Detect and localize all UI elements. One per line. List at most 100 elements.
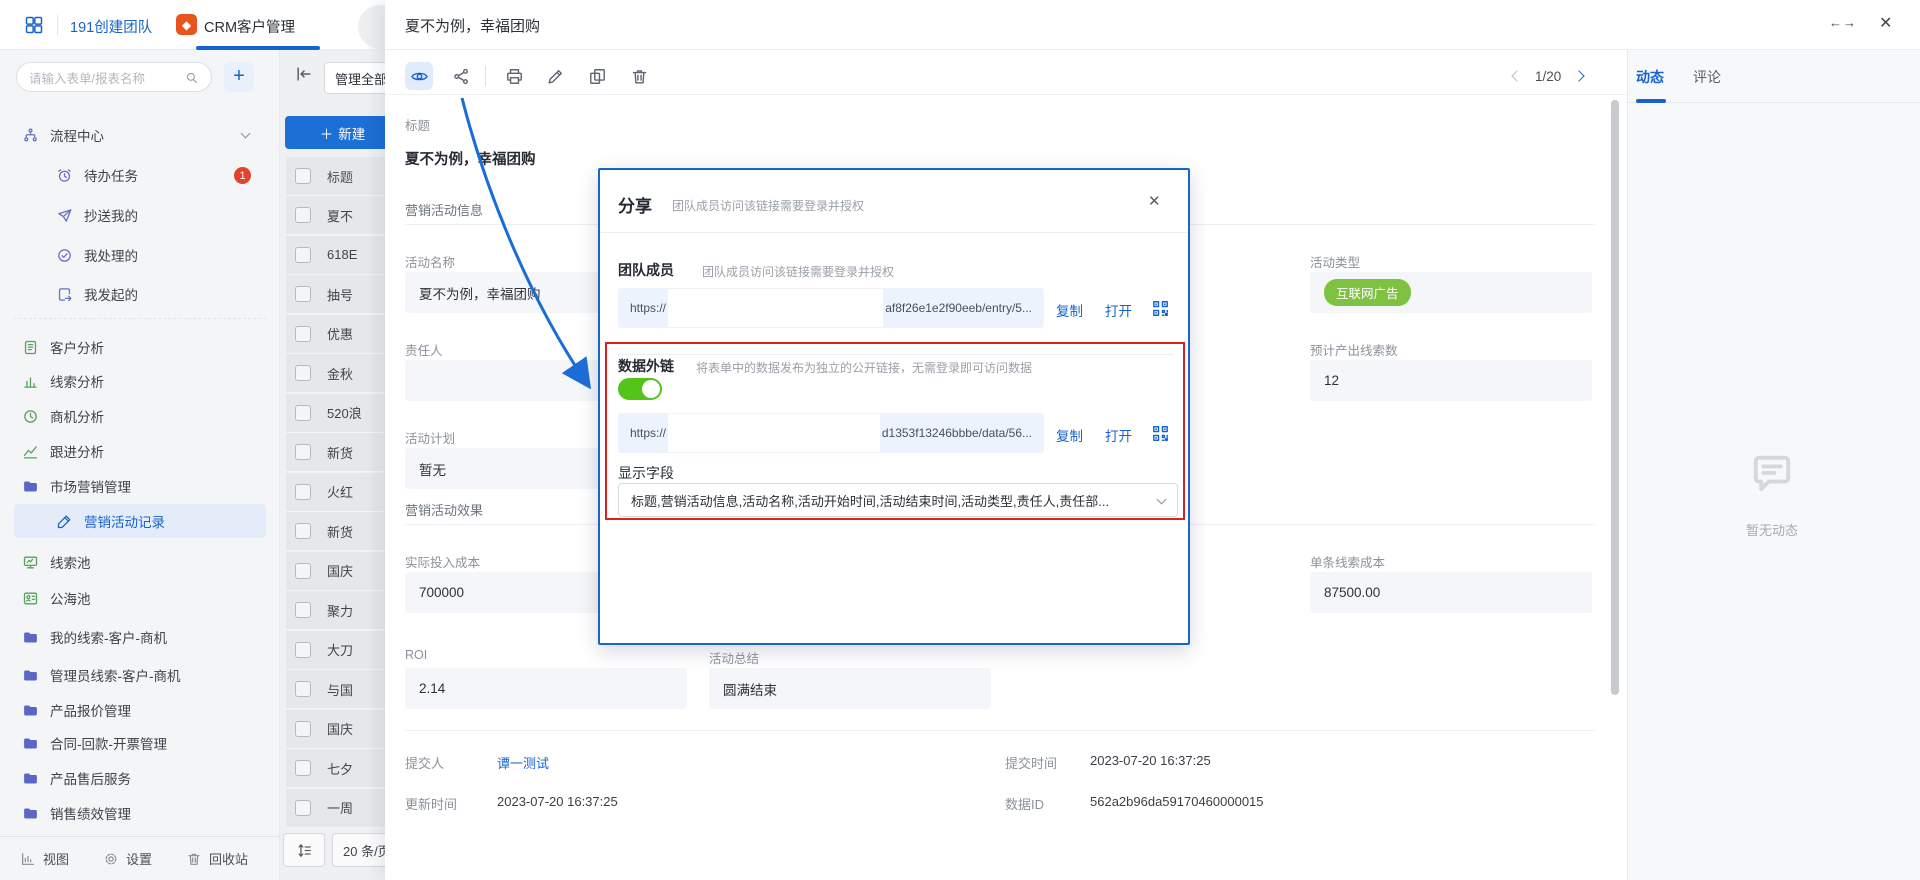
dialog-subtitle: 团队成员访问该链接需要登录并授权 [672,197,864,214]
row-checkbox[interactable] [295,247,311,263]
table-row[interactable]: 新货 [286,433,385,472]
collapse-icon [294,64,314,84]
sidebar-group-process-center[interactable]: 流程中心 [0,119,280,151]
print-button[interactable] [500,62,528,90]
row-checkbox[interactable] [295,286,311,302]
row-checkbox[interactable] [295,444,311,460]
share-icon [452,67,471,86]
table-row[interactable]: 与国 [286,670,385,709]
table-row[interactable]: 520浪 [286,394,385,433]
table-row[interactable]: 大刀 [286,631,385,670]
meta-label: 数据ID [1005,794,1044,813]
external-link-field[interactable]: https:// d1353f13246bbbe/data/56... [618,413,1044,453]
search-input[interactable]: 请输入表单/报表名称 [16,62,212,92]
sidebar-item-followup-analysis[interactable]: 跟进分析 [0,435,280,467]
new-record-button[interactable]: ＋ 新建 [285,116,385,149]
row-height-button[interactable] [283,833,325,867]
select-all-checkbox[interactable] [295,168,311,184]
row-checkbox[interactable] [295,800,311,816]
row-checkbox[interactable] [295,563,311,579]
sidebar-item-opportunity-analysis[interactable]: 商机分析 [0,400,280,432]
open-link-button[interactable]: 打开 [1105,300,1132,320]
sidebar-item-handled[interactable]: 我处理的 [0,239,280,271]
team-link-field[interactable]: https:// af8f26e1e2f90eeb/entry/5... [618,288,1044,328]
sidebar-item-quote-mgmt[interactable]: 产品报价管理 [0,694,280,726]
activity-type-tag: 互联网广告 [1324,279,1411,306]
table-row[interactable]: 夏不 [286,196,385,235]
row-checkbox[interactable] [295,681,311,697]
share-button[interactable] [447,62,475,90]
add-form-button[interactable]: + [224,62,254,92]
prev-record-icon[interactable] [1511,70,1522,81]
row-checkbox[interactable] [295,365,311,381]
sidebar-divider [14,318,266,319]
display-fields-select[interactable]: 标题,营销活动信息,活动名称,活动开始时间,活动结束时间,活动类型,责任人,责任… [618,483,1178,517]
table-row[interactable]: 金秋 [286,354,385,393]
scrollbar-thumb[interactable] [1611,100,1619,695]
tab-crm-app[interactable]: CRM客户管理 [204,16,295,37]
tab-feed[interactable]: 动态 [1636,67,1664,87]
open-link-button[interactable]: 打开 [1105,425,1132,445]
external-link-toggle[interactable] [618,378,662,400]
app-grid-icon[interactable] [24,15,44,35]
delete-button[interactable] [625,62,653,90]
filter-select[interactable]: 管理全部 [324,62,385,94]
sidebar-item-lead-pool[interactable]: 线索池 [0,546,280,578]
table-row[interactable]: 国庆 [286,710,385,749]
submitter-link[interactable]: 谭一测试 [497,753,549,772]
copy-button[interactable] [583,62,611,90]
table-row[interactable]: 一周 [286,789,385,828]
row-checkbox[interactable] [295,326,311,342]
activity-panel: 动态 评论 暂无动态 [1627,50,1920,880]
sidebar-item-cc-me[interactable]: 抄送我的 [0,199,280,231]
sidebar-item-customer-analysis[interactable]: 客户分析 [0,331,280,363]
row-checkbox[interactable] [295,405,311,421]
sidebar-item-admin-leads[interactable]: 管理员线索-客户-商机 [0,659,280,691]
table-row[interactable]: 抽号 [286,275,385,314]
next-record-icon[interactable] [1574,70,1585,81]
table-row[interactable]: 618E [286,236,385,275]
table-row[interactable]: 优惠 [286,315,385,354]
row-checkbox[interactable] [295,602,311,618]
preview-button[interactable] [405,62,433,90]
row-checkbox[interactable] [295,207,311,223]
close-icon[interactable]: ✕ [1879,13,1892,33]
sidebar-item-contract-mgmt[interactable]: 合同-回款-开票管理 [0,727,280,759]
folder-icon [22,629,39,646]
close-icon[interactable]: ✕ [1148,192,1161,210]
sidebar-item-initiated[interactable]: 我发起的 [0,278,280,310]
settings-button[interactable]: 设置 [103,849,152,868]
sidebar-item-marketing-records[interactable]: 营销活动记录 [14,504,266,538]
qr-code-icon[interactable] [1151,424,1170,443]
row-checkbox[interactable] [295,523,311,539]
copy-link-button[interactable]: 复制 [1056,425,1083,445]
field-title-value: 夏不为例，幸福团购 [405,148,536,169]
row-checkbox[interactable] [295,760,311,776]
tab-comments[interactable]: 评论 [1693,67,1721,87]
row-checkbox[interactable] [295,721,311,737]
topbar-divider [57,15,58,35]
sidebar-item-lead-analysis[interactable]: 线索分析 [0,365,280,397]
table-row[interactable]: 新货 [286,512,385,551]
table-row[interactable]: 七夕 [286,749,385,788]
row-checkbox[interactable] [295,642,311,658]
sidebar-item-performance[interactable]: 销售绩效管理 [0,797,280,829]
table-row[interactable]: 聚力 [286,591,385,630]
sidebar-item-after-sales[interactable]: 产品售后服务 [0,762,280,794]
view-button[interactable]: 视图 [20,849,69,868]
edit-button[interactable] [541,62,569,90]
collapse-panel-button[interactable] [294,64,320,90]
sidebar-item-public-pool[interactable]: 公海池 [0,582,280,614]
expand-icon[interactable]: ←→ [1829,15,1857,30]
qr-code-icon[interactable] [1151,299,1170,318]
copy-link-button[interactable]: 复制 [1056,300,1083,320]
recycle-bin-button[interactable]: 回收站 [186,849,248,868]
sidebar-item-marketing-mgmt[interactable]: 市场营销管理 [0,470,280,502]
sidebar-item-my-leads[interactable]: 我的线索-客户-商机 [0,621,280,653]
table-row[interactable]: 国庆 [286,552,385,591]
team-section-hint: 团队成员访问该链接需要登录并授权 [702,263,894,280]
page-size-select[interactable]: 20 条/页 [332,833,385,867]
table-row[interactable]: 火红 [286,473,385,512]
tab-team[interactable]: 191创建团队 [70,16,152,37]
row-checkbox[interactable] [295,484,311,500]
